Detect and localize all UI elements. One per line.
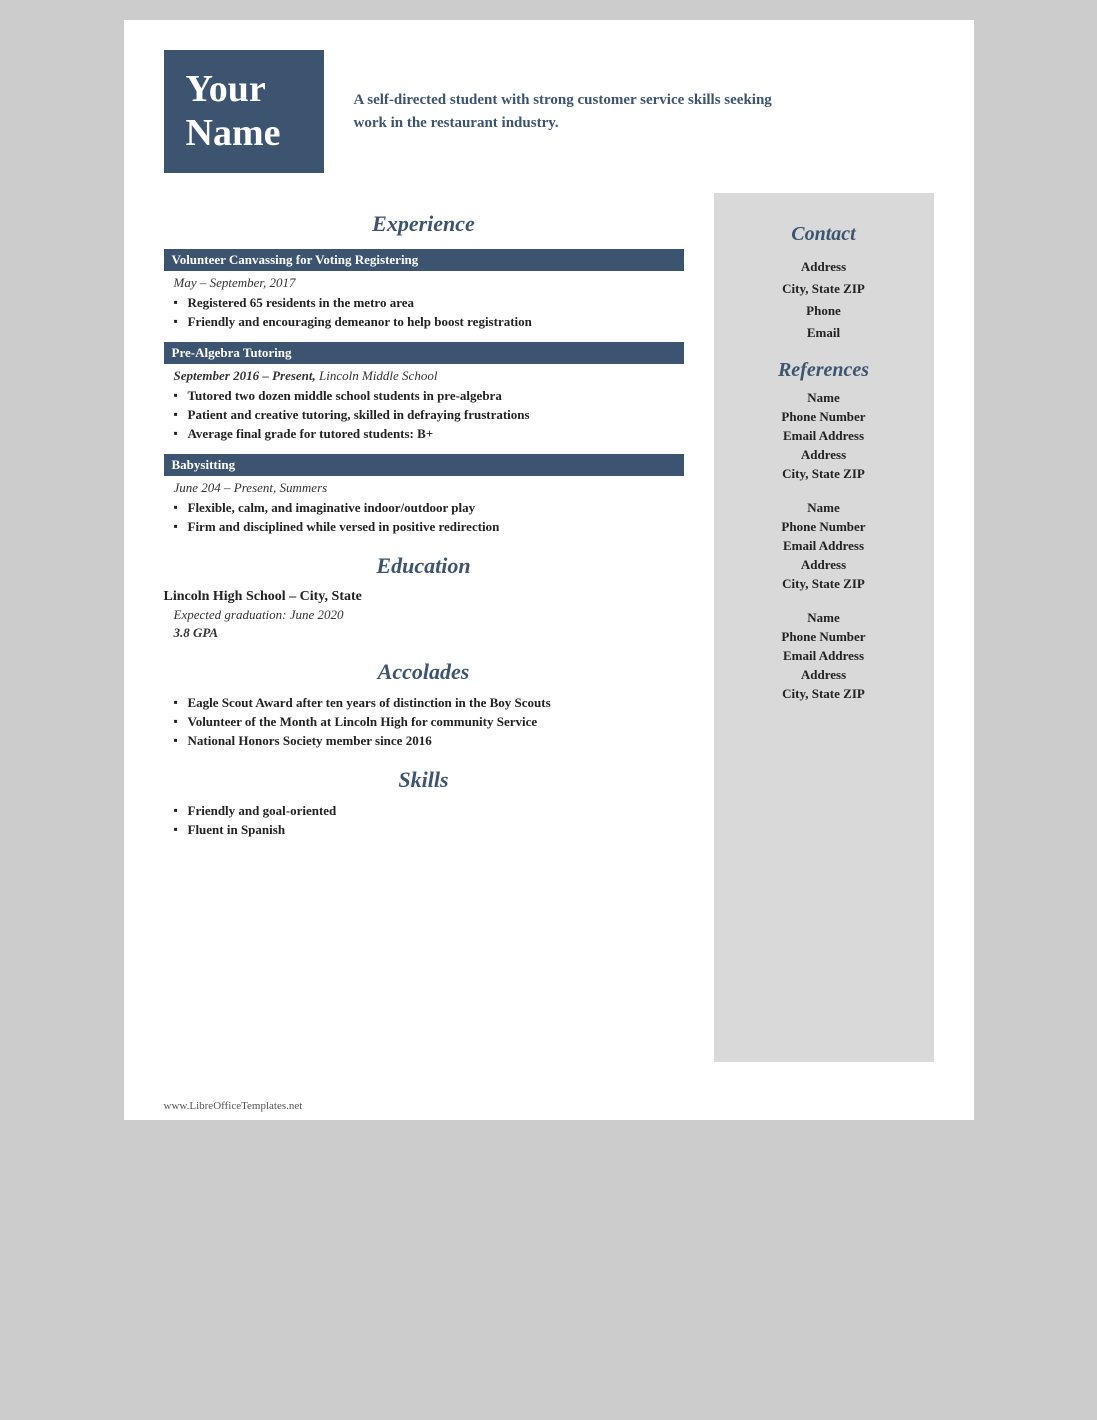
bullet-item: Fluent in Spanish (174, 822, 684, 838)
job-1-bullets: Registered 65 residents in the metro are… (174, 295, 684, 330)
reference-3: Name Phone Number Email Address Address … (729, 607, 919, 705)
ref-1-address: Address (729, 447, 919, 463)
bullet-item: Friendly and goal-oriented (174, 803, 684, 819)
ref-2-name: Name (729, 500, 919, 516)
accolades-title: Accolades (164, 659, 684, 685)
bullet-item: National Honors Society member since 201… (174, 733, 684, 749)
accolades-bullets: Eagle Scout Award after ten years of dis… (174, 695, 684, 749)
right-sidebar: Contact Address City, State ZIP Phone Em… (714, 193, 934, 1062)
bullet-item: Flexible, calm, and imaginative indoor/o… (174, 500, 684, 516)
skills-title: Skills (164, 767, 684, 793)
bullet-item: Firm and disciplined while versed in pos… (174, 519, 684, 535)
contact-city: City, State ZIP (729, 281, 919, 297)
bullet-item: Patient and creative tutoring, skilled i… (174, 407, 684, 423)
resume-page: Your Name A self-directed student with s… (124, 20, 974, 1120)
name-line1: Your (186, 68, 266, 110)
education-section: Lincoln High School – City, State Expect… (164, 589, 684, 641)
gpa: 3.8 GPA (174, 625, 684, 641)
job-2-bullets: Tutored two dozen middle school students… (174, 388, 684, 442)
graduation-date: Expected graduation: June 2020 (174, 607, 684, 623)
job-2: Pre-Algebra Tutoring September 2016 – Pr… (164, 342, 684, 442)
ref-1-city: City, State ZIP (729, 466, 919, 482)
ref-1-phone: Phone Number (729, 409, 919, 425)
ref-2-city: City, State ZIP (729, 576, 919, 592)
ref-3-address: Address (729, 667, 919, 683)
job-1: Volunteer Canvassing for Voting Register… (164, 249, 684, 330)
job-3: Babysitting June 204 – Present, Summers … (164, 454, 684, 535)
left-column: Experience Volunteer Canvassing for Voti… (164, 193, 684, 1062)
job-3-bullets: Flexible, calm, and imaginative indoor/o… (174, 500, 684, 535)
job-2-title: Pre-Algebra Tutoring (164, 342, 684, 364)
main-layout: Experience Volunteer Canvassing for Voti… (124, 193, 974, 1092)
school-name: Lincoln High School – City, State (164, 589, 684, 605)
contact-phone: Phone (729, 303, 919, 319)
contact-address: Address (729, 259, 919, 275)
references-title: References (729, 359, 919, 382)
footer: www.LibreOfficeTemplates.net (124, 1092, 974, 1120)
bullet-item: Tutored two dozen middle school students… (174, 388, 684, 404)
ref-3-email: Email Address (729, 648, 919, 664)
job-2-date: September 2016 – Present, Lincoln Middle… (174, 368, 684, 384)
job-1-date: May – September, 2017 (174, 275, 684, 291)
bullet-item: Registered 65 residents in the metro are… (174, 295, 684, 311)
bullet-item: Eagle Scout Award after ten years of dis… (174, 695, 684, 711)
job-1-title: Volunteer Canvassing for Voting Register… (164, 249, 684, 271)
job-3-date: June 204 – Present, Summers (174, 480, 684, 496)
ref-3-city: City, State ZIP (729, 686, 919, 702)
education-title: Education (164, 553, 684, 579)
bullet-item: Volunteer of the Month at Lincoln High f… (174, 714, 684, 730)
ref-1-name: Name (729, 390, 919, 406)
experience-title: Experience (164, 211, 684, 237)
footer-text: www.LibreOfficeTemplates.net (164, 1100, 303, 1112)
reference-2: Name Phone Number Email Address Address … (729, 497, 919, 595)
ref-2-phone: Phone Number (729, 519, 919, 535)
ref-1-email: Email Address (729, 428, 919, 444)
bullet-item: Friendly and encouraging demeanor to hel… (174, 314, 684, 330)
job-3-title: Babysitting (164, 454, 684, 476)
reference-1: Name Phone Number Email Address Address … (729, 387, 919, 485)
name-line2: Name (186, 112, 281, 154)
ref-2-email: Email Address (729, 538, 919, 554)
tagline: A self-directed student with strong cust… (354, 89, 774, 134)
header-section: Your Name A self-directed student with s… (124, 20, 974, 193)
ref-3-name: Name (729, 610, 919, 626)
contact-title: Contact (729, 223, 919, 246)
skills-bullets: Friendly and goal-oriented Fluent in Spa… (174, 803, 684, 838)
name-box: Your Name (164, 50, 324, 173)
contact-email: Email (729, 325, 919, 341)
ref-3-phone: Phone Number (729, 629, 919, 645)
bullet-item: Average final grade for tutored students… (174, 426, 684, 442)
ref-2-address: Address (729, 557, 919, 573)
